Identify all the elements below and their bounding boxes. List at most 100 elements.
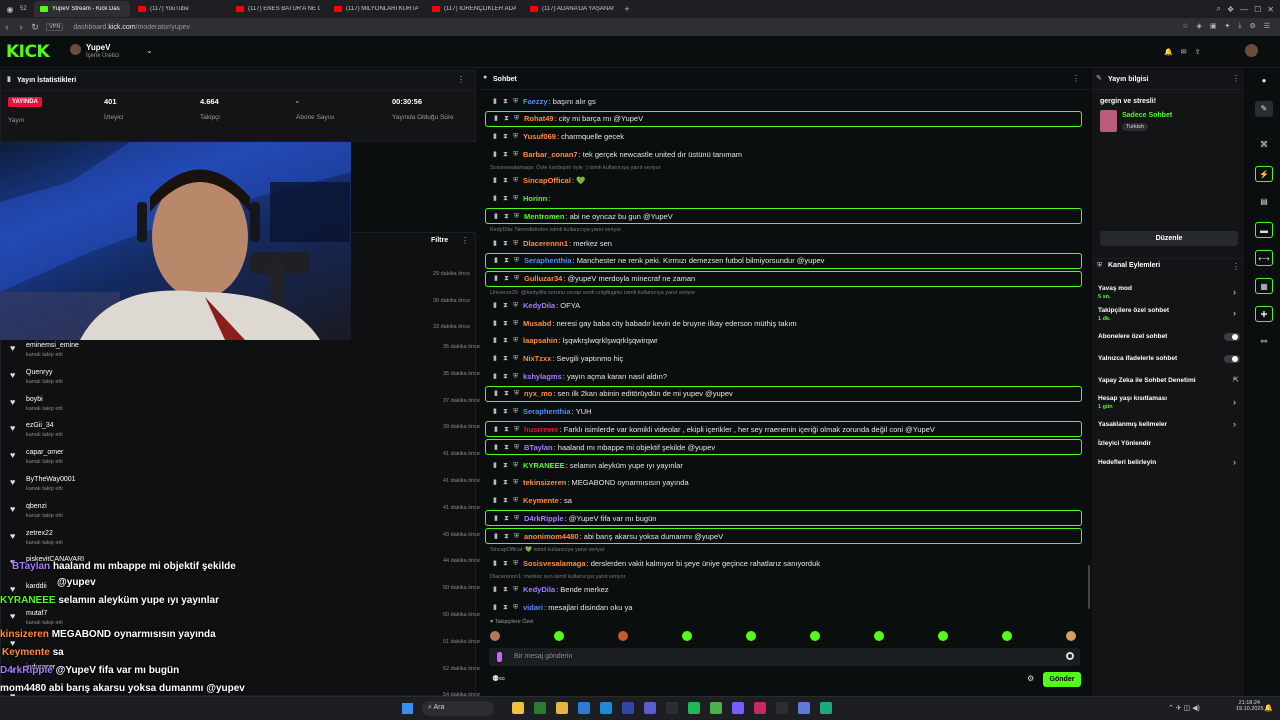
taskbar-app-icon[interactable] [798, 702, 810, 714]
channel-name[interactable]: YupeV [86, 43, 110, 52]
banned-words-chevron-icon[interactable]: › [1233, 419, 1236, 429]
chat-message[interactable]: ▮ ⧗ ⛨ BTaylan: haaland mı mbappe mi objekti… [485, 439, 1082, 456]
taskbar-app-icon[interactable] [776, 702, 788, 714]
timeout-icon[interactable]: ⧗ [503, 604, 509, 611]
chat-message[interactable]: ▮ ⧗ ⛨ vidari: mesajlari disindan oku ya [493, 599, 632, 615]
chat-message[interactable]: ▮ ⧗ ⛨ Seraphenthia: YUH [493, 404, 592, 420]
chat-message[interactable]: ▮ ⧗ ⛨ Mentromen: abi ne oyncaz bu gun @Yupe… [485, 208, 1082, 224]
chat-username[interactable]: Barbar_conan7 [523, 150, 578, 159]
edit-tool-icon[interactable]: ✎ [1255, 101, 1273, 117]
chat-message[interactable]: ▮ ⧗ ⛨ husrrevre: Farklı isimlerde var komik… [485, 421, 1082, 438]
chat-message[interactable]: ▮ ⧗ ⛨ Musabd: neresi gay baba city babadır … [493, 315, 797, 331]
taskbar-app-icon[interactable] [820, 702, 832, 714]
delete-icon[interactable]: ▮ [493, 337, 499, 344]
ban-icon[interactable]: ⛨ [513, 560, 519, 567]
delete-icon[interactable]: ▮ [494, 426, 500, 433]
chat-message[interactable]: ▮ ⧗ ⛨ Keymente: sa [493, 492, 572, 508]
taskbar-app-icon[interactable] [754, 702, 766, 714]
ban-icon[interactable]: ⛨ [513, 195, 519, 202]
delete-icon[interactable]: ▮ [493, 133, 499, 140]
mail-icon[interactable]: ✉ [1181, 48, 1187, 56]
timeout-icon[interactable]: ⧗ [503, 98, 509, 105]
timeout-icon[interactable]: ⧗ [503, 177, 509, 184]
ban-icon[interactable]: ⛨ [513, 586, 519, 593]
ban-icon[interactable]: ⛨ [513, 497, 519, 504]
chat-username[interactable]: BTaylan [524, 443, 553, 452]
chevron-down-icon[interactable]: ⌄ [146, 46, 153, 55]
category-thumbnail[interactable] [1100, 110, 1117, 132]
share-tool-icon[interactable]: ⚯ [1255, 334, 1273, 350]
timeout-icon[interactable]: ⧗ [503, 586, 509, 593]
notification-icon[interactable]: 🔔 [1264, 704, 1273, 712]
ban-icon[interactable]: ⛨ [514, 213, 520, 220]
follower-name[interactable]: boybi [26, 396, 43, 403]
ban-icon[interactable]: ⛨ [513, 98, 519, 105]
taskbar-search[interactable]: ⌕ Ara [422, 701, 494, 716]
webcam-video[interactable] [0, 142, 351, 340]
ban-icon[interactable]: ⛨ [514, 515, 520, 522]
delete-icon[interactable]: ▮ [494, 444, 500, 451]
more-options-icon[interactable]: ⋮ [457, 75, 465, 84]
delete-icon[interactable]: ▮ [493, 479, 499, 486]
download-icon[interactable]: ⤓ [1238, 22, 1241, 30]
chat-username[interactable]: Seraphenthia [523, 407, 571, 416]
chat-username[interactable]: Mentromen [524, 212, 564, 221]
chat-username[interactable]: kshylagms [523, 372, 562, 381]
emote-icon[interactable] [1066, 631, 1076, 641]
share-icon[interactable]: ⇪ [1195, 48, 1201, 56]
delete-icon[interactable]: ▮ [494, 390, 500, 397]
taskbar-app-icon[interactable] [644, 702, 656, 714]
taskbar-app-icon[interactable] [556, 702, 568, 714]
site-info-icon[interactable]: VPN [46, 23, 64, 31]
chat-message[interactable]: ▮ ⧗ ⛨ SincapOffical: 💚 [493, 173, 585, 189]
raid-tool-icon[interactable]: ⟷ [1255, 250, 1273, 266]
taskbar-app-icon[interactable] [534, 702, 546, 714]
minimize-icon[interactable]: — [1240, 5, 1248, 14]
followers-chat-label[interactable]: Takipçilere özel sohbet [1098, 307, 1169, 314]
delete-icon[interactable]: ▮ [493, 195, 499, 202]
emote-icon[interactable] [618, 631, 628, 641]
taskbar-app-icon[interactable] [578, 702, 590, 714]
chat-message[interactable]: ▮ ⧗ ⛨ tekinsizeren: MEGABOND oynarmısısın y… [493, 475, 689, 491]
bell-icon[interactable]: 🔔 [1164, 48, 1173, 56]
timeout-icon[interactable]: ⧗ [503, 151, 509, 158]
taskbar-app-icon[interactable] [512, 702, 524, 714]
clock[interactable]: 21:18:24 19.10.2025 [1236, 700, 1264, 712]
reply-context[interactable]: Dlacerennn1: merkez sen isimli kullanıcı… [490, 574, 625, 580]
timeout-icon[interactable]: ⧗ [504, 444, 510, 451]
slow-mode-chevron-icon[interactable]: › [1233, 287, 1236, 297]
extensions-icon[interactable]: ✦ [1224, 22, 1230, 30]
timeout-icon[interactable]: ⧗ [503, 479, 509, 486]
timeout-icon[interactable]: ⧗ [504, 275, 510, 282]
delete-icon[interactable]: ▮ [493, 151, 499, 158]
ban-icon[interactable]: ⛨ [513, 355, 519, 362]
actions-more-icon[interactable]: ⋮ [1232, 262, 1240, 271]
maximize-icon[interactable]: ☐ [1254, 5, 1261, 14]
follower-name[interactable]: karddii [26, 583, 47, 590]
emote-icon[interactable] [938, 631, 948, 641]
delete-icon[interactable]: ▮ [493, 373, 499, 380]
follower-name[interactable]: eminemsi_emine [26, 342, 79, 349]
follower-name[interactable]: ByTheWay0001 [26, 476, 76, 483]
delete-icon[interactable]: ▮ [493, 462, 499, 469]
emoji-icon[interactable] [1066, 652, 1074, 660]
timeout-icon[interactable]: ⧗ [504, 515, 510, 522]
timeout-icon[interactable]: ⧗ [503, 195, 509, 202]
emote-icon[interactable] [810, 631, 820, 641]
timeout-icon[interactable]: ⧗ [504, 426, 510, 433]
browser-tab[interactable]: (117) MİLYONLARI KURTARAN [328, 1, 424, 17]
external-link-icon[interactable]: ⇱ [1233, 376, 1239, 384]
chat-username[interactable]: SincapOffical [523, 176, 571, 185]
set-goals-label[interactable]: Hedefleri belirleyin [1098, 459, 1156, 466]
emote-icon[interactable] [490, 631, 500, 641]
chat-scrollbar[interactable] [1088, 565, 1090, 609]
delete-icon[interactable]: ▮ [493, 302, 499, 309]
chat-username[interactable]: KedyDila [523, 301, 555, 310]
delete-icon[interactable]: ▮ [493, 240, 499, 247]
viewer-redirect-label[interactable]: İzleyici Yönlendir [1098, 440, 1151, 447]
taskbar-app-icon[interactable] [732, 702, 744, 714]
send-button[interactable]: Gönder [1043, 672, 1081, 687]
search-icon[interactable]: ⌕ [1216, 4, 1220, 14]
chat-message[interactable]: ▮ ⧗ ⛨ Rohat49: city mi barça mı @YupeV [485, 110, 1082, 127]
chat-username[interactable]: laapsahin [523, 336, 558, 345]
